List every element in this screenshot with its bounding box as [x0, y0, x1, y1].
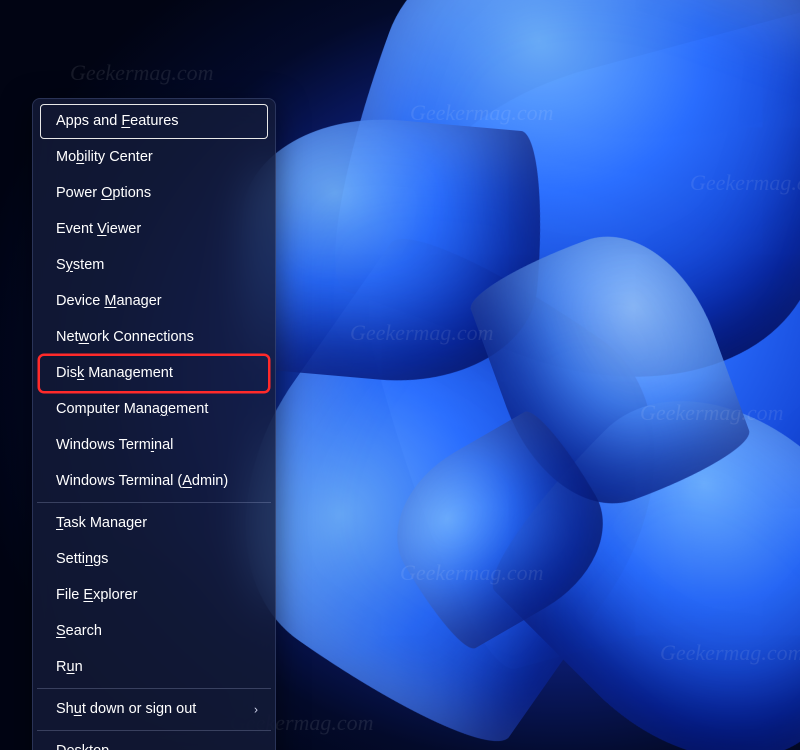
menu-item-shut-down[interactable]: Shut down or sign out ›: [40, 692, 268, 727]
menu-item-device-manager[interactable]: Device Manager: [40, 284, 268, 319]
menu-item-label: Disk Management: [56, 365, 173, 381]
menu-item-label: Device Manager: [56, 293, 162, 309]
menu-item-apps-features[interactable]: Apps and Features: [40, 104, 268, 139]
menu-item-label: Power Options: [56, 185, 151, 201]
menu-item-label: Task Manager: [56, 515, 147, 531]
menu-item-label: Windows Terminal: [56, 437, 173, 453]
menu-item-windows-terminal[interactable]: Windows Terminal: [40, 428, 268, 463]
menu-item-network-connections[interactable]: Network Connections: [40, 320, 268, 355]
menu-item-file-explorer[interactable]: File Explorer: [40, 578, 268, 613]
menu-item-computer-management[interactable]: Computer Management: [40, 392, 268, 427]
menu-separator: [37, 688, 271, 689]
chevron-right-icon: ›: [254, 700, 258, 719]
menu-item-mobility-center[interactable]: Mobility Center: [40, 140, 268, 175]
menu-item-power-options[interactable]: Power Options: [40, 176, 268, 211]
menu-item-label: Computer Management: [56, 401, 208, 417]
menu-item-task-manager[interactable]: Task Manager: [40, 506, 268, 541]
menu-item-label: File Explorer: [56, 587, 137, 603]
winx-power-menu[interactable]: Apps and Features Mobility Center Power Op…: [32, 98, 276, 750]
menu-separator: [37, 730, 271, 731]
menu-item-label: Search: [56, 623, 102, 639]
menu-item-label: Apps and Features: [56, 113, 179, 129]
menu-item-disk-management[interactable]: Disk Management: [40, 356, 268, 391]
menu-item-label: Run: [56, 659, 83, 675]
menu-item-label: Desktop: [56, 743, 109, 750]
menu-item-label: Settings: [56, 551, 108, 567]
menu-item-settings[interactable]: Settings: [40, 542, 268, 577]
menu-item-label: Windows Terminal (Admin): [56, 473, 228, 489]
menu-item-label: Mobility Center: [56, 149, 153, 165]
menu-item-label: Network Connections: [56, 329, 194, 345]
menu-item-search[interactable]: Search: [40, 614, 268, 649]
menu-separator: [37, 502, 271, 503]
menu-item-system[interactable]: System: [40, 248, 268, 283]
menu-item-label: Shut down or sign out: [56, 701, 196, 717]
menu-item-desktop[interactable]: Desktop: [40, 734, 268, 750]
menu-item-label: System: [56, 257, 104, 273]
menu-item-windows-terminal-admin[interactable]: Windows Terminal (Admin): [40, 464, 268, 499]
menu-item-label: Event Viewer: [56, 221, 141, 237]
menu-item-run[interactable]: Run: [40, 650, 268, 685]
menu-item-event-viewer[interactable]: Event Viewer: [40, 212, 268, 247]
